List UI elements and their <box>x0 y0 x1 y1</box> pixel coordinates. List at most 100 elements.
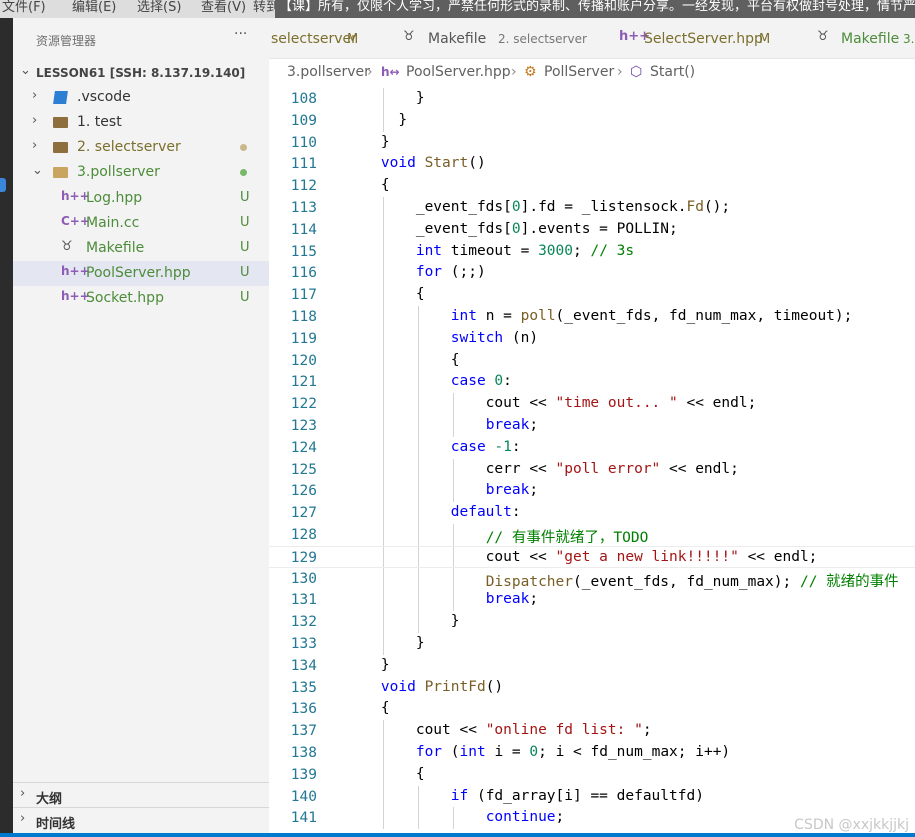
line-number: 121 <box>290 374 317 391</box>
code-line[interactable]: 124 case -1: <box>269 436 915 459</box>
line-number: 128 <box>290 527 317 543</box>
code-line[interactable]: 122 cout << "time out... " << endl; <box>269 393 915 416</box>
chevron-right-icon: › <box>20 811 26 826</box>
class-icon: ⚙ <box>524 64 537 80</box>
code-line[interactable]: 132 } <box>269 611 915 634</box>
code-text: void Start() <box>380 155 486 172</box>
code-line[interactable]: 136 { <box>269 698 915 720</box>
code-text: default: <box>450 504 521 521</box>
outline-label: 大纲 <box>36 792 63 807</box>
code-line[interactable]: 115 int timeout = 3000; // 3s <box>269 240 915 263</box>
code-line[interactable]: 120 { <box>269 349 915 372</box>
code-text: void PrintFd() <box>380 678 504 695</box>
code-text: for (int i = 0; i < fd_num_max; i++) <box>415 744 731 760</box>
activity-bar <box>0 18 13 837</box>
code-text: Dispatcher(_event_fds, fd_num_max); // 就… <box>485 573 899 590</box>
menu-file[interactable]: 文件(F) <box>2 0 46 15</box>
vscode-folder-icon <box>53 91 68 104</box>
tab-description: 3.p <box>903 32 915 46</box>
code-line[interactable]: 137 cout << "online fd list: "; <box>269 720 915 743</box>
code-text: cout << "get a new link!!!!!" << endl; <box>346 548 818 565</box>
code-line[interactable]: 130 Dispatcher(_event_fds, fd_num_max); … <box>269 567 915 590</box>
code-text: int n = poll(_event_fds, fd_num_max, tim… <box>450 308 853 324</box>
code-line[interactable]: 119 switch (n) <box>269 327 915 350</box>
code-text: break; <box>485 482 539 499</box>
tab-selectserver[interactable]: selectserver M <box>269 18 387 58</box>
code-line[interactable]: 140 if (fd_array[i] == defaultfd) <box>269 785 915 808</box>
outline-section[interactable]: › 大纲 <box>13 782 269 807</box>
tree-item-makefile[interactable]: ♉ Makefile U <box>13 236 269 261</box>
modified-dot <box>240 144 247 151</box>
code-line[interactable]: 133 } <box>269 633 915 655</box>
more-actions-icon[interactable]: ··· <box>234 26 247 42</box>
line-number: 132 <box>290 614 317 631</box>
workspace-root[interactable]: ⌄ LESSON61 [SSH: 8.137.19.140] <box>13 60 269 85</box>
code-line[interactable]: 123 break; <box>269 415 915 437</box>
line-number: 109 <box>290 112 317 129</box>
code-line[interactable]: 109 } <box>269 109 915 132</box>
menu-edit[interactable]: 编辑(E) <box>72 0 116 15</box>
code-line[interactable]: 139 { <box>269 763 915 786</box>
line-number: 130 <box>290 570 317 587</box>
code-text: } <box>346 656 390 673</box>
tree-item-vscode[interactable]: › .vscode <box>13 85 269 110</box>
code-text: { <box>346 177 390 194</box>
tree-item-main-cc[interactable]: C++ Main.cc U <box>13 211 269 236</box>
tree-item-label: Main.cc <box>86 215 140 231</box>
line-number: 117 <box>290 287 317 304</box>
git-status-badge: U <box>240 265 250 280</box>
code-line[interactable]: 138 for (int i = 0; i < fd_num_max; i++) <box>269 742 915 764</box>
menu-view[interactable]: 查看(V) <box>201 0 246 15</box>
code-text: } <box>346 133 390 150</box>
tab-makefile-pollserver[interactable]: ♉ Makefile 3.p <box>817 18 915 58</box>
tree-item-log-hpp[interactable]: h++ Log.hpp U <box>13 186 269 211</box>
chevron-right-icon: › <box>32 138 38 153</box>
code-text: { <box>346 286 425 303</box>
code-line[interactable]: 121 case 0: <box>269 371 915 394</box>
code-line[interactable]: 129 cout << "get a new link!!!!!" << end… <box>269 545 915 568</box>
code-line[interactable]: 126 break; <box>269 480 915 503</box>
timeline-label: 时间线 <box>36 817 76 832</box>
chevron-right-icon: › <box>617 64 623 80</box>
code-line[interactable]: 113 _event_fds[0].fd = _listensock.Fd(); <box>269 197 915 219</box>
menu-selection[interactable]: 选择(S) <box>137 0 181 15</box>
tab-makefile-selectserver[interactable]: ♉ Makefile 2. selectserver <box>403 18 593 58</box>
code-line[interactable]: 112 { <box>269 175 915 197</box>
code-line[interactable]: 116 for (;;) <box>269 262 915 285</box>
tree-item-socket-hpp[interactable]: h++ Socket.hpp U <box>13 286 269 311</box>
breadcrumb-method[interactable]: Start() <box>650 64 695 80</box>
tree-item-test[interactable]: › 1. test <box>13 110 269 135</box>
code-line[interactable]: 125 cerr << "poll error" << endl; <box>269 458 915 481</box>
active-indicator <box>0 178 6 192</box>
breadcrumb-class[interactable]: PollServer <box>544 64 614 80</box>
git-status-badge: U <box>240 240 250 255</box>
code-line[interactable]: 134 } <box>269 655 915 677</box>
code-line[interactable]: 131 break; <box>269 589 915 612</box>
code-text: } <box>346 111 408 128</box>
tree-item-poolserver-hpp[interactable]: h++ PoolServer.hpp U <box>13 261 269 286</box>
code-line[interactable]: 127 default: <box>269 502 915 525</box>
line-number: 140 <box>290 788 317 805</box>
code-line[interactable]: 117 { <box>269 284 915 307</box>
code-editor[interactable]: 108 } 109 } 110 } 111 void Start() 112 {113 … <box>269 86 915 837</box>
code-line[interactable]: 114 _event_fds[0].events = POLLIN; <box>269 218 915 241</box>
code-line[interactable]: 108 } <box>269 88 915 110</box>
git-status-badge: U <box>240 215 250 230</box>
breadcrumb-folder[interactable]: 3.pollserver <box>287 64 370 80</box>
breadcrumb-file[interactable]: PoolServer.hpp <box>406 64 511 80</box>
tab-label: selectserver <box>271 31 357 47</box>
tab-modified-marker: M <box>347 32 359 47</box>
timeline-section[interactable]: › 时间线 <box>13 807 269 832</box>
code-line[interactable]: 111 void Start() <box>269 153 915 175</box>
chevron-down-icon: ⌄ <box>32 163 43 178</box>
tab-selectserver-hpp[interactable]: h++ SelectServer.hpp M <box>619 18 789 58</box>
code-line[interactable]: 118 int n = poll(_event_fds, fd_num_max,… <box>269 306 915 328</box>
git-status-badge: U <box>240 290 250 305</box>
code-line[interactable]: 110 } <box>269 132 915 154</box>
tree-item-selectserver[interactable]: › 2. selectserver <box>13 135 269 160</box>
code-line[interactable]: 135 void PrintFd() <box>269 677 915 699</box>
explorer-title: 资源管理器 <box>36 34 97 48</box>
line-number: 133 <box>290 636 317 652</box>
tree-item-pollserver[interactable]: ⌄ 3.pollserver <box>13 160 269 185</box>
code-line[interactable]: 128 // 有事件就绪了，TODO <box>269 524 915 546</box>
